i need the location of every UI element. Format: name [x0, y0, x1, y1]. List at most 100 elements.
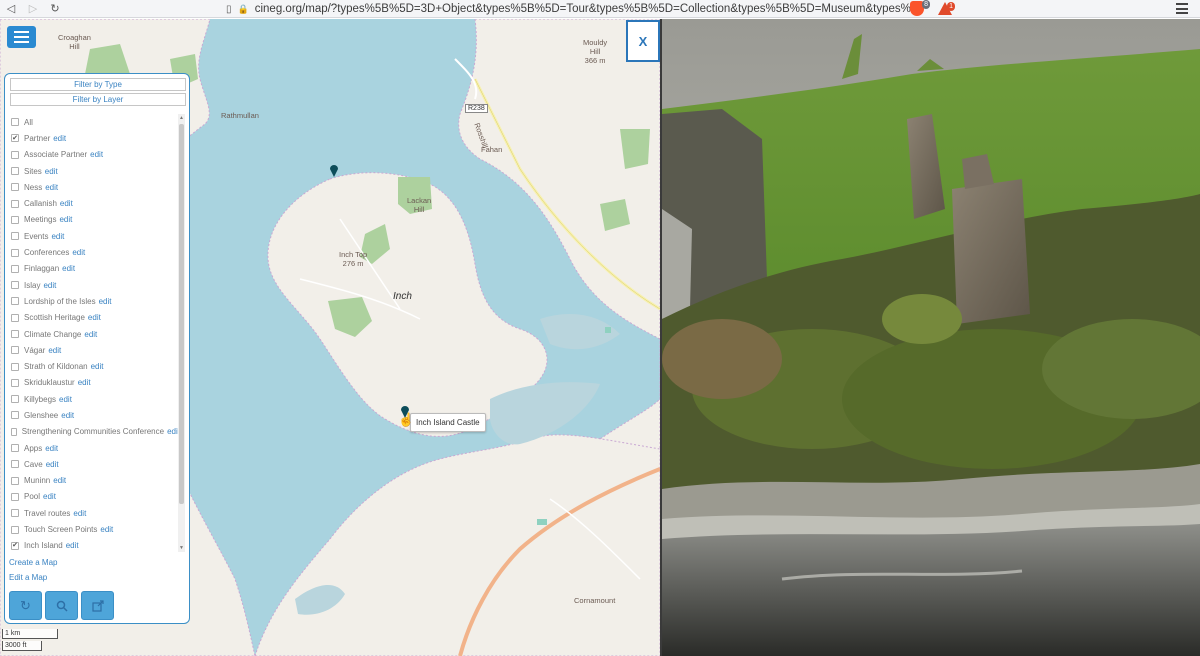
reload-icon[interactable]: ↻	[44, 0, 66, 18]
edit-layer-link[interactable]: edit	[48, 346, 61, 355]
filter-item[interactable]: Strengthening Communities Conference edit	[8, 424, 180, 440]
url-text[interactable]: cineg.org/map/?types%5B%5D=3D+Object&typ…	[255, 3, 915, 15]
filter-item[interactable]: Cave edit	[8, 456, 180, 472]
filter-item[interactable]: Islay edit	[8, 277, 180, 293]
panel-scrollbar[interactable]: ▲ ▼	[178, 114, 185, 552]
edit-layer-link[interactable]: edit	[45, 167, 58, 176]
filter-item[interactable]: Lordship of the Isles edit	[8, 293, 180, 309]
brave-rewards-icon[interactable]: 1	[938, 2, 955, 15]
edit-layer-link[interactable]: edit	[59, 395, 72, 404]
filter-item[interactable]: Pool edit	[8, 489, 180, 505]
back-icon[interactable]: ◁	[0, 0, 22, 18]
filter-item[interactable]: All	[8, 114, 180, 130]
filter-item[interactable]: Muninn edit	[8, 473, 180, 489]
checkbox[interactable]	[11, 183, 19, 192]
filter-item[interactable]: Events edit	[8, 228, 180, 244]
edit-layer-link[interactable]: edit	[84, 330, 97, 339]
checkbox[interactable]	[11, 215, 19, 224]
edit-layer-link[interactable]: edit	[43, 492, 56, 501]
checkbox[interactable]	[11, 118, 19, 127]
checkbox[interactable]	[11, 509, 19, 518]
checkbox[interactable]	[11, 444, 19, 453]
edit-layer-link[interactable]: edit	[51, 232, 64, 241]
forward-icon[interactable]: ▷	[22, 0, 44, 18]
brave-shield-icon[interactable]: 8	[910, 0, 930, 16]
checkbox[interactable]	[11, 281, 19, 290]
scroll-thumb[interactable]	[179, 124, 184, 504]
checkbox[interactable]	[11, 199, 19, 208]
edit-layer-link[interactable]: edit	[53, 476, 66, 485]
lock-icon[interactable]: 🔒	[238, 4, 249, 15]
edit-layer-link[interactable]: edit	[61, 411, 74, 420]
tab-filter-by-type[interactable]: Filter by Type	[10, 78, 186, 91]
checkbox-checked[interactable]: ✔	[11, 134, 19, 143]
map-view[interactable]: Croaghan Hill Mouldy Hill 366 m Rathmull…	[0, 19, 660, 656]
edit-layer-link[interactable]: edit	[66, 541, 79, 550]
edit-layer-link[interactable]: edit	[90, 150, 103, 159]
filter-item[interactable]: ✔ Inch Island edit	[8, 538, 180, 553]
checkbox[interactable]	[11, 378, 19, 387]
checkbox[interactable]	[11, 232, 19, 241]
scroll-down-icon[interactable]: ▼	[178, 544, 185, 552]
edit-layer-link[interactable]: edit	[45, 444, 58, 453]
edit-layer-link[interactable]: edit	[62, 264, 75, 273]
edit-layer-link[interactable]: edit	[46, 460, 59, 469]
edit-layer-link[interactable]: edit	[72, 248, 85, 257]
checkbox[interactable]	[11, 150, 19, 159]
tab-filter-by-layer[interactable]: Filter by Layer	[10, 93, 186, 106]
checkbox[interactable]	[11, 525, 19, 534]
filter-item[interactable]: Ness edit	[8, 179, 180, 195]
filter-item[interactable]: Skriduklaustur edit	[8, 375, 180, 391]
filter-item[interactable]: Conferences edit	[8, 244, 180, 260]
map-marker-north[interactable]	[329, 163, 339, 177]
filter-item[interactable]: Callanish edit	[8, 195, 180, 211]
filter-item[interactable]: Apps edit	[8, 440, 180, 456]
filter-item[interactable]: ✔ Partner edit	[8, 130, 180, 146]
scroll-up-icon[interactable]: ▲	[178, 114, 185, 122]
edit-layer-link[interactable]: edit	[78, 378, 91, 387]
checkbox[interactable]	[11, 395, 19, 404]
checkbox[interactable]	[11, 248, 19, 257]
checkbox[interactable]	[11, 427, 17, 436]
edit-layer-link[interactable]: edit	[60, 199, 73, 208]
search-button[interactable]	[45, 591, 78, 620]
edit-map-link[interactable]: Edit a Map	[9, 573, 47, 582]
checkbox[interactable]	[11, 264, 19, 273]
checkbox[interactable]	[11, 297, 19, 306]
layer-list[interactable]: All ✔ Partner edit Associate Partner edit Site…	[8, 114, 180, 553]
edit-layer-link[interactable]: edit	[91, 362, 104, 371]
filter-item[interactable]: Scottish Heritage edit	[8, 310, 180, 326]
close-viewer-button[interactable]: X	[626, 20, 660, 62]
checkbox[interactable]	[11, 460, 19, 469]
browser-menu-icon[interactable]	[1176, 3, 1188, 14]
filter-item[interactable]: Vágar edit	[8, 342, 180, 358]
checkbox[interactable]	[11, 330, 19, 338]
edit-layer-link[interactable]: edit	[53, 134, 66, 143]
checkbox[interactable]	[11, 492, 19, 501]
checkbox-checked[interactable]: ✔	[11, 541, 19, 550]
address-bar[interactable]: ▯ 🔒 cineg.org/map/?types%5B%5D=3D+Object…	[226, 1, 915, 17]
filter-item[interactable]: Meetings edit	[8, 212, 180, 228]
edit-layer-link[interactable]: edit	[100, 525, 113, 534]
edit-layer-link[interactable]: edit	[45, 183, 58, 192]
checkbox[interactable]	[11, 346, 19, 355]
checkbox[interactable]	[11, 411, 19, 420]
menu-button[interactable]	[7, 26, 36, 48]
checkbox[interactable]	[11, 313, 19, 322]
edit-layer-link[interactable]: edit	[43, 281, 56, 290]
filter-item[interactable]: Strath of Kildonan edit	[8, 358, 180, 374]
filter-item[interactable]: Touch Screen Points edit	[8, 521, 180, 537]
edit-layer-link[interactable]: edit	[59, 215, 72, 224]
filter-item[interactable]: Glenshee edit	[8, 407, 180, 423]
filter-item[interactable]: Travel routes edit	[8, 505, 180, 521]
create-map-link[interactable]: Create a Map	[9, 558, 57, 567]
filter-item[interactable]: Finlaggan edit	[8, 261, 180, 277]
filter-item[interactable]: Associate Partner edit	[8, 147, 180, 163]
castle-3d-model-image[interactable]	[662, 19, 1200, 656]
checkbox[interactable]	[11, 362, 19, 371]
checkbox[interactable]	[11, 476, 19, 485]
filter-item[interactable]: Killybegs edit	[8, 391, 180, 407]
checkbox[interactable]	[11, 167, 19, 176]
edit-layer-link[interactable]: edit	[99, 297, 112, 306]
edit-layer-link[interactable]: edit	[73, 509, 86, 518]
